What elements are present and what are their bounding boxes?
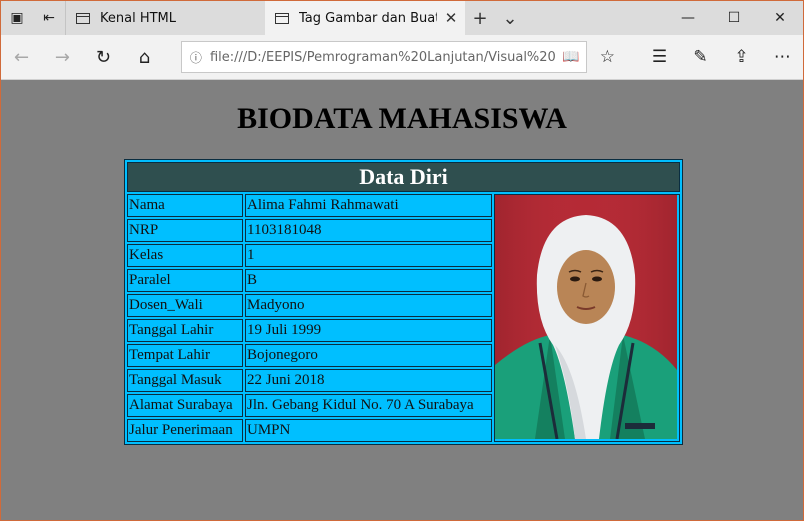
row-value: Bojonegoro: [245, 344, 492, 367]
row-value: Madyono: [245, 294, 492, 317]
row-label: Dosen_Wali: [127, 294, 243, 317]
row-label: NRP: [127, 219, 243, 242]
row-value: Jln. Gebang Kidul No. 70 A Surabaya: [245, 394, 492, 417]
page-icon: [275, 12, 289, 24]
info-icon[interactable]: ⓘ: [182, 49, 210, 66]
back-arrow-icon[interactable]: ←: [1, 35, 42, 79]
web-page: BIODATA MAHASISWA Data Diri Nama Alima F…: [1, 80, 803, 520]
row-value: B: [245, 269, 492, 292]
photo-cell: [494, 194, 680, 442]
row-value: 1103181048: [245, 219, 492, 242]
row-label: Alamat Surabaya: [127, 394, 243, 417]
chevron-down-icon[interactable]: ⌄: [495, 1, 525, 35]
row-value: 1: [245, 244, 492, 267]
toolbar: ← → ↻ ⌂ ⓘ file:///D:/EEPIS/Pemrograman%2…: [1, 35, 803, 80]
forward-arrow-icon[interactable]: →: [42, 35, 83, 79]
table-caption: Data Diri: [127, 162, 680, 192]
tab-title: Tag Gambar dan Buat Ta: [299, 10, 437, 26]
pen-icon[interactable]: ✎: [680, 35, 721, 79]
row-value: UMPN: [245, 419, 492, 442]
minimize-icon[interactable]: —: [665, 1, 711, 35]
row-label: Tanggal Lahir: [127, 319, 243, 342]
url-text[interactable]: file:///D:/EEPIS/Pemrograman%20Lanjutan/…: [210, 50, 556, 65]
favorites-list-icon[interactable]: ☰: [639, 35, 680, 79]
reading-view-icon[interactable]: 📖: [556, 49, 586, 65]
row-value: Alima Fahmi Rahmawati: [245, 194, 492, 217]
new-tab-icon[interactable]: +: [465, 1, 495, 35]
row-label: Tempat Lahir: [127, 344, 243, 367]
address-bar[interactable]: ⓘ file:///D:/EEPIS/Pemrograman%20Lanjuta…: [180, 41, 587, 73]
refresh-icon[interactable]: ↻: [83, 35, 124, 79]
page-title: BIODATA MAHASISWA: [237, 102, 567, 135]
row-label: Paralel: [127, 269, 243, 292]
close-tab-icon[interactable]: ✕: [437, 9, 465, 27]
row-value: 19 Juli 1999: [245, 319, 492, 342]
browser-window: ▣ ⇤ Kenal HTML Tag Gambar dan Buat Ta ✕ …: [0, 0, 804, 521]
student-photo: [495, 195, 677, 439]
home-icon[interactable]: ⌂: [124, 35, 165, 79]
biodata-table: Data Diri Nama Alima Fahmi Rahmawati NRP…: [124, 159, 683, 445]
favorite-star-icon[interactable]: ☆: [587, 35, 628, 79]
row-label: Tanggal Masuk: [127, 369, 243, 392]
set-aside-tabs-icon[interactable]: ⇤: [33, 1, 65, 35]
table-row: Nama Alima Fahmi Rahmawati: [127, 194, 680, 442]
tab-title: Kenal HTML: [100, 10, 177, 26]
tab-tag-gambar[interactable]: Tag Gambar dan Buat Ta ✕: [265, 1, 465, 35]
more-icon[interactable]: ⋯: [762, 35, 803, 79]
tab-bar: ▣ ⇤ Kenal HTML Tag Gambar dan Buat Ta ✕ …: [1, 1, 803, 35]
row-label: Nama: [127, 194, 243, 217]
row-label: Kelas: [127, 244, 243, 267]
share-icon[interactable]: ⇪: [721, 35, 762, 79]
tab-manager-icon[interactable]: ▣: [1, 1, 33, 35]
page-icon: [76, 12, 90, 24]
maximize-icon[interactable]: ☐: [711, 1, 757, 35]
row-value: 22 Juni 2018: [245, 369, 492, 392]
tab-kenal-html[interactable]: Kenal HTML: [65, 1, 265, 35]
close-window-icon[interactable]: ✕: [757, 1, 803, 35]
row-label: Jalur Penerimaan: [127, 419, 243, 442]
